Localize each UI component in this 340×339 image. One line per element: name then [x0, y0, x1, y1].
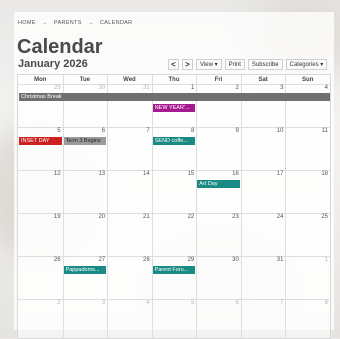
day-number[interactable]: 30: [199, 257, 239, 263]
categories-dropdown[interactable]: Categories ▾: [285, 59, 328, 70]
day-number[interactable]: 9: [199, 128, 239, 134]
day-number[interactable]: 18: [288, 171, 328, 177]
day-number[interactable]: 28: [110, 257, 150, 263]
calendar-event[interactable]: SEND coffe...: [152, 137, 196, 145]
day-number[interactable]: 11: [288, 128, 328, 134]
day-number[interactable]: 30: [65, 85, 105, 91]
day-number[interactable]: 15: [154, 171, 195, 177]
calendar-event[interactable]: Art Day: [197, 180, 240, 188]
day-number[interactable]: 8: [154, 128, 194, 134]
breadcrumb-separator: →: [41, 20, 49, 26]
calendar-event[interactable]: NEW YEAR'...: [152, 104, 196, 112]
day-number[interactable]: 23: [199, 214, 239, 220]
day-number[interactable]: 3: [65, 300, 105, 306]
weekday-header: Tue: [79, 76, 90, 83]
prev-month-button[interactable]: <: [168, 59, 179, 70]
weekday-header: Thu: [168, 76, 180, 83]
day-number[interactable]: 2: [21, 300, 60, 306]
day-number[interactable]: 29: [21, 85, 61, 91]
calendar-event[interactable]: Term 3 Begins: [63, 137, 107, 145]
calendar-event[interactable]: Christmas Break: [19, 93, 330, 101]
day-number[interactable]: 25: [288, 214, 328, 220]
calendar-grid: Mon Tue Wed Thu Fri Sat Sun 29 30 31 1 2 3 4 5 6 7 8 9 10 11…: [17, 74, 331, 339]
view-dropdown[interactable]: View ▾: [196, 59, 222, 70]
calendar-panel: HOME → PARENTS → CALENDAR Calendar Janua…: [14, 12, 334, 339]
print-button[interactable]: Print: [224, 59, 245, 70]
day-number[interactable]: 2: [199, 85, 239, 91]
weekday-header: Sat: [258, 76, 268, 83]
day-number[interactable]: 16: [199, 171, 239, 177]
day-number[interactable]: 17: [243, 171, 284, 177]
day-number[interactable]: 21: [110, 214, 150, 220]
day-number[interactable]: 7: [243, 300, 283, 306]
weekday-header: Wed: [123, 76, 136, 83]
day-number[interactable]: 14: [110, 171, 150, 177]
breadcrumb-parents[interactable]: PARENTS: [54, 20, 82, 26]
day-number[interactable]: 3: [243, 85, 283, 91]
day-number[interactable]: 27: [65, 257, 105, 263]
day-number[interactable]: 13: [65, 171, 105, 177]
day-number[interactable]: 4: [110, 300, 149, 306]
day-number[interactable]: 10: [243, 128, 284, 134]
breadcrumb-separator: →: [87, 20, 94, 26]
day-number[interactable]: 22: [154, 214, 195, 220]
day-number[interactable]: 7: [110, 128, 149, 134]
day-number[interactable]: 6: [199, 300, 239, 306]
page-title: Calendar: [17, 36, 103, 58]
day-number[interactable]: 31: [243, 257, 284, 263]
weekday-header: Mon: [34, 76, 47, 83]
day-number[interactable]: 19: [21, 214, 61, 220]
breadcrumb-calendar: CALENDAR: [100, 20, 133, 26]
breadcrumb-home[interactable]: HOME: [18, 20, 36, 26]
day-number[interactable]: 5: [21, 128, 60, 134]
weekday-header: Fri: [214, 76, 223, 83]
weekday-header: Sun: [302, 76, 314, 83]
calendar-event[interactable]: Pappadoms...: [63, 266, 107, 274]
day-number[interactable]: 24: [243, 214, 284, 220]
day-number[interactable]: 31: [110, 85, 150, 91]
next-month-button[interactable]: >: [182, 59, 193, 70]
breadcrumb: HOME → PARENTS → CALENDAR: [18, 20, 132, 26]
day-number[interactable]: 6: [65, 128, 105, 134]
current-month: January 2026: [18, 58, 88, 70]
day-number[interactable]: 5: [154, 300, 194, 306]
day-number[interactable]: 8: [288, 300, 328, 306]
day-number[interactable]: 12: [21, 171, 61, 177]
calendar-event[interactable]: INSET DAY: [19, 137, 62, 145]
day-number[interactable]: 20: [65, 214, 105, 220]
calendar-toolbar: < > View ▾ Print Subscribe Categories ▾: [168, 59, 328, 70]
subscribe-button[interactable]: Subscribe: [247, 59, 283, 70]
day-number[interactable]: 29: [154, 257, 195, 263]
calendar-event[interactable]: Parent Foru...: [152, 266, 196, 274]
day-number[interactable]: 1: [288, 257, 328, 263]
day-number[interactable]: 1: [154, 85, 194, 91]
day-number[interactable]: 26: [21, 257, 61, 263]
day-number[interactable]: 4: [288, 85, 328, 91]
